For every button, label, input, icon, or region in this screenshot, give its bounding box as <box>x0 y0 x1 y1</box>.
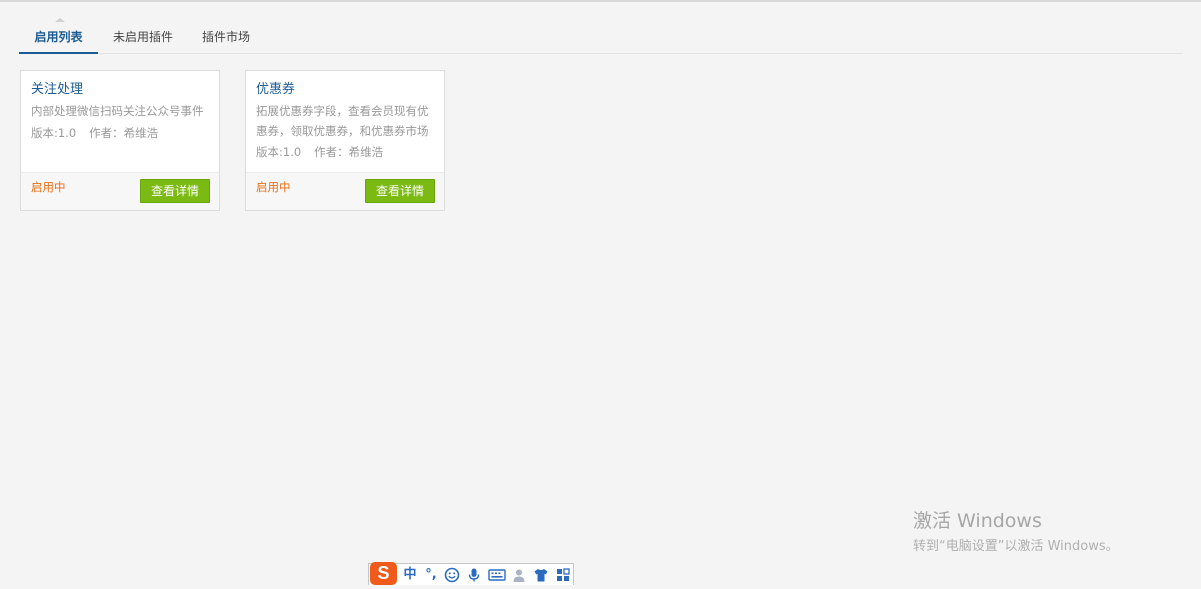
plugin-author: 作者：希维浩 <box>314 145 384 159</box>
plugin-card-footer: 启用中 查看详情 <box>246 172 444 210</box>
plugin-card: 关注处理 内部处理微信扫码关注公众号事件 版本:1.0 作者：希维浩 启用中 查看… <box>20 70 220 211</box>
ime-mode-toggle[interactable]: 中 <box>401 566 419 584</box>
tab-plugin-market[interactable]: 插件市场 <box>191 22 261 53</box>
view-details-button[interactable]: 查看详情 <box>365 179 435 203</box>
plugin-card: 优惠券 拓展优惠券字段，查看会员现有优惠券，领取优惠券，和优惠券市场 版本:1.… <box>245 70 445 211</box>
plugin-description: 内部处理微信扫码关注公众号事件 <box>31 104 204 118</box>
top-border <box>0 0 1201 2</box>
plugin-meta: 版本:1.0 作者：希维浩 <box>256 143 383 161</box>
plugin-title: 优惠券 <box>256 82 296 97</box>
plugin-description: 拓展优惠券字段，查看会员现有优惠券，领取优惠券，和优惠券市场 <box>256 104 429 138</box>
tab-bar: 启用列表 未启用插件 插件市场 <box>19 22 1183 54</box>
plugin-meta: 版本:1.0 作者：希维浩 <box>31 124 158 142</box>
plugin-title: 关注处理 <box>31 82 84 97</box>
sogou-logo-icon[interactable]: S <box>370 562 397 585</box>
plugin-version: 版本:1.0 <box>31 126 77 140</box>
tab-enabled-list[interactable]: 启用列表 <box>19 22 98 54</box>
view-details-button[interactable]: 查看详情 <box>140 179 210 203</box>
microphone-icon[interactable] <box>465 566 483 584</box>
status-badge: 启用中 <box>31 180 66 194</box>
tab-disabled-plugins[interactable]: 未启用插件 <box>105 22 181 53</box>
windows-activation-title: 激活 Windows <box>913 510 1042 532</box>
user-icon[interactable] <box>510 566 528 584</box>
emoji-icon[interactable] <box>443 566 461 584</box>
plugin-author: 作者：希维浩 <box>89 126 159 140</box>
keyboard-icon[interactable] <box>487 566 507 584</box>
ime-punctuation-toggle[interactable]: °, <box>422 566 440 584</box>
toolbox-grid-icon[interactable] <box>554 566 572 584</box>
plugin-card-footer: 启用中 查看详情 <box>21 172 219 210</box>
plugin-version: 版本:1.0 <box>256 145 302 159</box>
windows-activation-subtitle: 转到“电脑设置”以激活 Windows。 <box>913 539 1119 554</box>
skin-shirt-icon[interactable] <box>532 566 550 584</box>
status-badge: 启用中 <box>256 180 291 194</box>
ime-toolbar: S 中 °, <box>368 562 574 585</box>
